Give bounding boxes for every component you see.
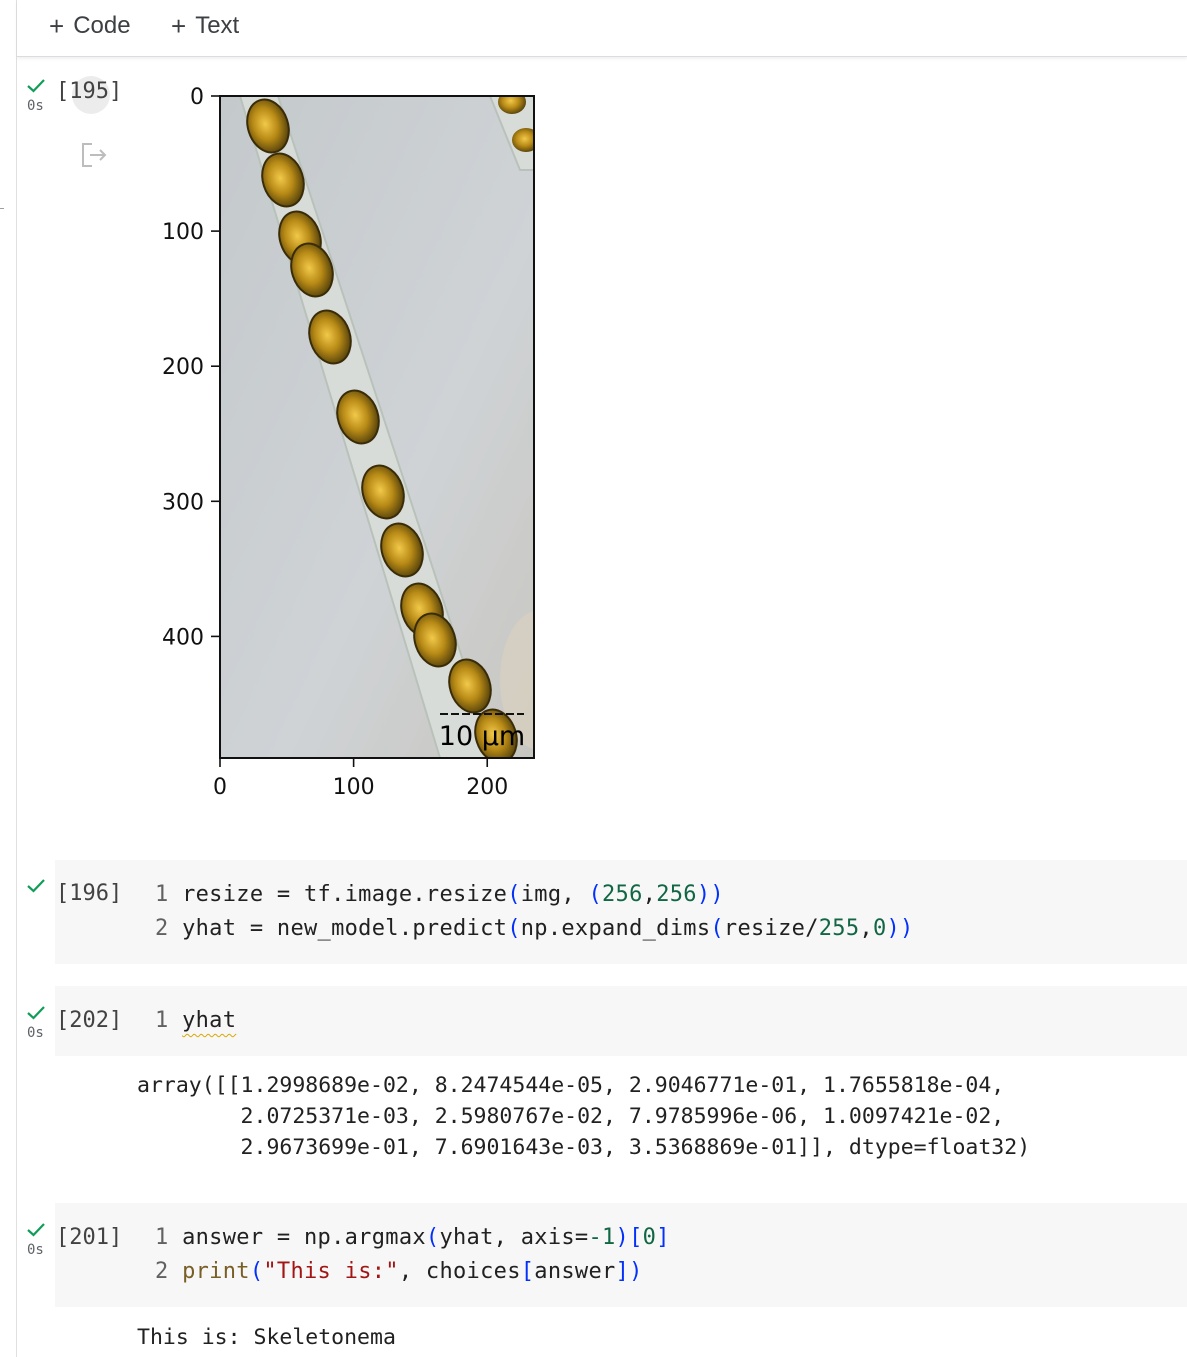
code-editor[interactable]: 1 yhat — [55, 986, 1187, 1056]
diatom-cell — [498, 96, 526, 114]
output-line: array([[1.2998689e-02, 8.2474544e-05, 2.… — [137, 1073, 1005, 1098]
exec-count: [195] — [56, 79, 123, 104]
output-line: This is: Skeletonema — [137, 1325, 396, 1350]
micrograph-image — [220, 96, 534, 758]
left-gutter-rule — [16, 0, 17, 1357]
exec-time: 0s — [27, 1025, 44, 1041]
code-line[interactable]: 2 yhat = new_model.predict(np.expand_dim… — [155, 916, 914, 941]
add-text-label: Text — [195, 12, 240, 39]
output-line: 2.0725371e-03, 2.5980767e-02, 7.9785996e… — [137, 1104, 1005, 1129]
add-code-label: Code — [73, 12, 131, 39]
code-editor[interactable]: 1 answer = np.argmax(yhat, axis=-1)[0] 2… — [55, 1203, 1187, 1307]
add-text-button[interactable]: + Text — [171, 11, 239, 41]
plus-icon: + — [49, 10, 65, 41]
x-tick-label: 100 — [333, 775, 375, 800]
y-tick-label: 400 — [162, 625, 204, 650]
diatom-cell — [512, 128, 534, 152]
exec-count: [201] — [56, 1225, 123, 1250]
scale-bar-label: 10 µm — [439, 721, 525, 752]
y-tick-label: 300 — [162, 490, 204, 515]
line-number: 1 — [155, 882, 169, 907]
code-line[interactable]: 1 yhat — [155, 1008, 236, 1033]
check-icon — [27, 79, 45, 93]
y-tick-label: 200 — [162, 355, 204, 380]
check-icon — [27, 1006, 45, 1020]
exec-count: [196] — [56, 881, 123, 906]
exec-time: 0s — [27, 1242, 44, 1258]
image-plot: 0 100 200 0 100 200 300 400 10 µm — [162, 85, 535, 800]
line-number: 1 — [155, 1008, 169, 1033]
notebook-toolbar: + Code + Text — [17, 0, 1187, 57]
line-number: 2 — [155, 1259, 169, 1284]
x-tick-label: 200 — [466, 775, 508, 800]
output-actions-icon[interactable] — [80, 142, 108, 168]
output-line: 2.9673699e-01, 7.6901643e-03, 3.5368869e… — [137, 1135, 1031, 1160]
plus-icon: + — [171, 10, 187, 41]
gutter-marker — [0, 208, 4, 209]
check-icon — [27, 1223, 45, 1237]
code-line[interactable]: 1 answer = np.argmax(yhat, axis=-1)[0] — [155, 1225, 670, 1250]
add-code-button[interactable]: + Code — [49, 11, 131, 41]
exec-count: [202] — [56, 1008, 123, 1033]
line-number: 1 — [155, 1225, 169, 1250]
exec-time: 0s — [27, 98, 44, 114]
check-icon — [27, 879, 45, 893]
code-line[interactable]: 2 print("This is:", choices[answer]) — [155, 1259, 643, 1284]
code-editor[interactable]: 1 resize = tf.image.resize(img, (256,256… — [55, 860, 1187, 964]
line-number: 2 — [155, 916, 169, 941]
y-tick-label: 0 — [190, 85, 204, 110]
code-line[interactable]: 1 resize = tf.image.resize(img, (256,256… — [155, 882, 724, 907]
x-tick-label: 0 — [213, 775, 227, 800]
y-tick-label: 100 — [162, 220, 204, 245]
